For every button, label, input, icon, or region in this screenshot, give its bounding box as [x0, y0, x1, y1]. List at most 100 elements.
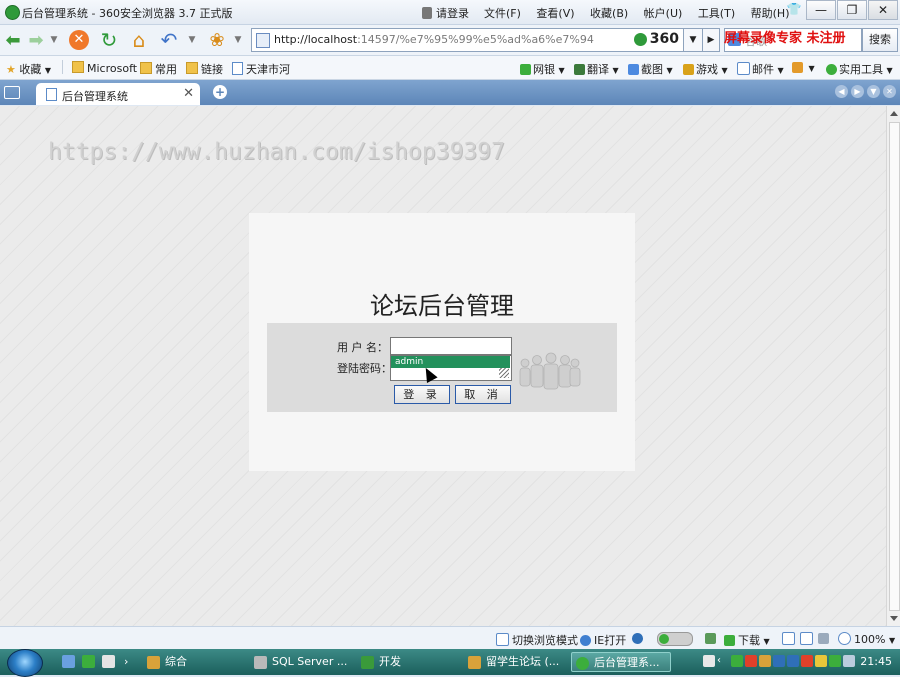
task-item[interactable]: 综合: [143, 652, 243, 672]
tool-mail[interactable]: 邮件 ▼: [737, 61, 784, 77]
360-quicklaunch-icon[interactable]: [82, 655, 95, 668]
fav-item-tianjin[interactable]: 天津市河: [232, 61, 290, 77]
task-label: 后台管理系...: [594, 656, 660, 669]
restore-button[interactable]: ❐: [837, 0, 867, 20]
tray-app-icon[interactable]: [773, 655, 785, 667]
new-tab-plus-icon[interactable]: +: [213, 85, 227, 99]
task-item[interactable]: 留学生论坛 (...: [464, 652, 564, 672]
menu-account[interactable]: 帐户(U): [644, 7, 683, 20]
start-button-windows-icon[interactable]: [7, 649, 43, 677]
search-button[interactable]: 搜索: [862, 28, 898, 52]
cancel-button[interactable]: 取 消: [455, 385, 511, 404]
paw-dropdown-icon[interactable]: ▼: [232, 28, 244, 52]
mode-toggle[interactable]: [657, 632, 693, 646]
scroll-thumb[interactable]: [889, 122, 900, 611]
home-icon[interactable]: ⌂: [128, 28, 150, 52]
tray-app-icon[interactable]: [787, 655, 799, 667]
sync-shape: [705, 633, 716, 644]
tray-expand-icon[interactable]: ‹: [717, 655, 729, 667]
sync-icon[interactable]: [705, 632, 719, 645]
menu-view[interactable]: 查看(V): [536, 7, 574, 20]
menu-file[interactable]: 文件(F): [484, 7, 521, 20]
sidebar-toggle-icon[interactable]: [4, 86, 20, 99]
fav-item-links[interactable]: 链接: [186, 61, 223, 77]
show-desktop-icon[interactable]: [102, 655, 115, 668]
ie-quicklaunch-icon[interactable]: [62, 655, 75, 668]
tool-translate[interactable]: 翻译 ▼: [574, 61, 619, 77]
clock[interactable]: 21:45: [860, 655, 892, 668]
menu-favorites[interactable]: 收藏(B): [590, 7, 628, 20]
stop-button[interactable]: ✕: [68, 28, 90, 52]
autocomplete-suggestion[interactable]: admin: [391, 356, 510, 368]
favorites-menu[interactable]: ★ 收藏 ▼: [6, 61, 51, 77]
back-arrow-icon[interactable]: ⬅: [2, 28, 24, 52]
task-item[interactable]: SQL Server ...: [250, 652, 350, 672]
globe-icon[interactable]: [632, 632, 646, 645]
download-label: 下载: [738, 634, 760, 647]
tool-bank[interactable]: 网银 ▼: [520, 61, 565, 77]
login-button[interactable]: 登 录: [394, 385, 450, 404]
chevron-down-icon: ▼: [721, 66, 728, 75]
login-link[interactable]: 请登录: [422, 5, 469, 21]
fav-item-label: 天津市河: [246, 63, 290, 76]
username-field[interactable]: [390, 337, 512, 355]
page-tool-icon[interactable]: [782, 632, 798, 646]
go-arrow-icon[interactable]: ▶: [702, 28, 720, 52]
shield-icon[interactable]: [815, 655, 827, 667]
security-badge[interactable]: 360: [633, 31, 679, 47]
tab-list-icon[interactable]: ▼: [867, 85, 880, 98]
close-tab-icon[interactable]: ✕: [183, 86, 194, 101]
undo-close-tab-icon[interactable]: ↶: [158, 28, 180, 52]
close-tabs-icon[interactable]: ✕: [883, 85, 896, 98]
tab-next-icon[interactable]: ▶: [851, 85, 864, 98]
tool-screenshot[interactable]: 截图 ▼: [628, 61, 673, 77]
tray-app-icon[interactable]: [759, 655, 771, 667]
tray-app-icon[interactable]: [731, 655, 743, 667]
volume-icon[interactable]: [843, 655, 855, 667]
ie-open-button[interactable]: IE打开: [580, 632, 626, 648]
skin-shirt-icon[interactable]: 👕: [783, 0, 805, 18]
task-item[interactable]: 开发: [357, 652, 457, 672]
forward-arrow-icon[interactable]: ➡: [26, 28, 46, 52]
tool-notes[interactable]: ▼: [792, 61, 815, 74]
undo-dropdown-icon[interactable]: ▼: [186, 28, 198, 52]
window-tool-icon[interactable]: [800, 632, 816, 646]
vertical-scrollbar[interactable]: [886, 106, 900, 626]
switch-mode-button[interactable]: 切换浏览模式: [496, 632, 578, 648]
resize-grip-icon[interactable]: [499, 368, 509, 378]
scroll-down-arrow-icon[interactable]: [890, 616, 898, 621]
fav-item-common[interactable]: 常用: [140, 61, 177, 77]
minimize-button[interactable]: —: [806, 0, 836, 20]
menu-tools[interactable]: 工具(T): [698, 7, 735, 20]
tool-utilities[interactable]: 实用工具 ▼: [826, 61, 893, 77]
tray-app-icon[interactable]: [801, 655, 813, 667]
title-bar: 后台管理系统 - 360安全浏览器 3.7 正式版 请登录 文件(F) 查看(V…: [0, 0, 900, 25]
login-form: 用 户 名： 登陆密码： admin 登 录 取 消: [267, 323, 617, 412]
scroll-up-arrow-icon[interactable]: [890, 111, 898, 116]
plus-circle-icon: [826, 64, 837, 75]
network-icon[interactable]: [829, 655, 841, 667]
close-window-button[interactable]: ✕: [868, 0, 898, 20]
refresh-icon[interactable]: ↻: [98, 28, 120, 52]
keyboard-icon[interactable]: [703, 655, 715, 667]
tool-label: 翻译: [587, 63, 609, 76]
chevron-down-icon: ▼: [612, 66, 619, 75]
tab-prev-icon[interactable]: ◀: [835, 85, 848, 98]
address-bar[interactable]: http://localhost:14597/%e7%95%99%e5%ad%a…: [251, 28, 684, 52]
fav-item-microsoft[interactable]: Microsoft: [72, 61, 137, 75]
tab-admin-system[interactable]: 后台管理系统 ✕: [36, 83, 200, 105]
address-dropdown-icon[interactable]: ▼: [683, 28, 703, 52]
url-text[interactable]: http://localhost:14597/%e7%95%99%e5%ad%a…: [274, 33, 594, 46]
user-icon: [422, 7, 432, 19]
zoom-control[interactable]: 100% ▼: [838, 632, 895, 646]
tray-app-icon[interactable]: [745, 655, 757, 667]
quicklaunch-more-icon[interactable]: ›: [124, 655, 132, 668]
tab-bar: 后台管理系统 ✕ + ◀ ▶ ▼ ✕: [0, 80, 900, 105]
history-dropdown-icon[interactable]: ▼: [48, 28, 60, 52]
task-item-active[interactable]: 后台管理系...: [571, 652, 671, 672]
download-button[interactable]: 下载 ▼: [724, 632, 770, 648]
paw-icon[interactable]: ❀: [206, 28, 228, 52]
window-icon: [496, 633, 509, 646]
sound-icon[interactable]: [818, 632, 832, 645]
tool-games[interactable]: 游戏 ▼: [683, 61, 728, 77]
